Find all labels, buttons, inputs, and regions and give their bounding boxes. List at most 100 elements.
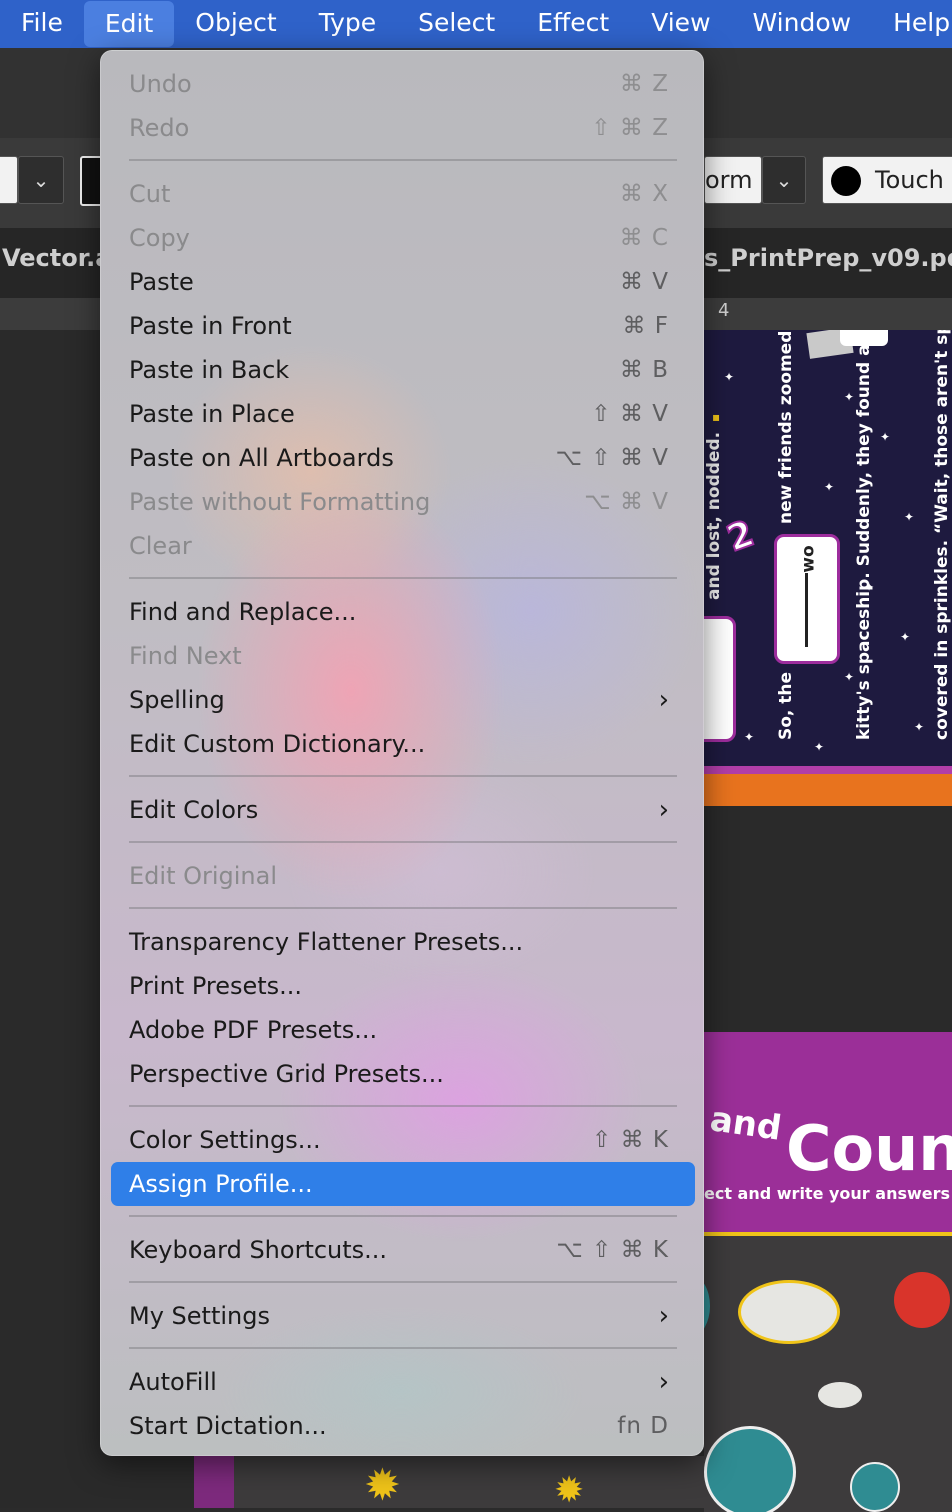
menu-separator (129, 1105, 677, 1107)
menu-item-shortcut: ⌘ X (619, 181, 669, 207)
menu-separator (129, 841, 677, 843)
menu-item-label: Perspective Grid Presets... (129, 1060, 444, 1088)
menu-select[interactable]: Select (397, 0, 516, 48)
style-dropdown[interactable]: ⌄ (762, 156, 806, 204)
ruler-number: 4 (718, 300, 730, 321)
ladybug-decoration (894, 1272, 950, 1328)
bubble-decoration (704, 1426, 796, 1512)
sun-decoration-small: ✹ (554, 1470, 585, 1511)
purple-stripe (704, 766, 952, 774)
menu-item-shortcut: ⇧ ⌘ K (592, 1127, 669, 1153)
menu-item-shortcut: ⌘ C (619, 225, 669, 251)
menu-item-my-settings[interactable]: My Settings › (111, 1294, 695, 1338)
menu-item-label: Edit Custom Dictionary... (129, 730, 426, 758)
menu-item-edit-custom-dictionary[interactable]: Edit Custom Dictionary... (111, 722, 695, 766)
story-text-col2: So, the (776, 671, 796, 740)
menu-item-start-dictation[interactable]: Start Dictation... fn D (111, 1404, 695, 1448)
answer-box: wo (774, 534, 840, 664)
small-cloud-decoration (818, 1382, 862, 1408)
menu-item-label: Edit Colors (129, 796, 259, 824)
heading-big-text: Coun (786, 1112, 952, 1185)
story-text-col4: kitty's spaceship. Suddenly, they found … (854, 344, 874, 740)
menu-item-print-presets[interactable]: Print Presets... (111, 964, 695, 1008)
chevron-right-icon: › (658, 685, 669, 715)
menu-object[interactable]: Object (174, 0, 297, 48)
menu-item-paste-in-back[interactable]: Paste in Back ⌘ B (111, 348, 695, 392)
menu-item-copy[interactable]: Copy ⌘ C (111, 216, 695, 260)
menu-item-paste-without-formatting[interactable]: Paste without Formatting ⌥ ⌘ V (111, 480, 695, 524)
instruction-text: ect and write your answers in the (704, 1184, 952, 1203)
menu-item-label: Start Dictation... (129, 1412, 327, 1440)
edit-menu-dropdown: Undo ⌘ Z Redo ⇧ ⌘ Z Cut ⌘ X Copy ⌘ C Paste ⌘ V Pas… (100, 50, 704, 1456)
menu-type[interactable]: Type (298, 0, 397, 48)
menu-help[interactable]: Help (872, 0, 952, 48)
menu-item-label: Edit Original (129, 862, 278, 890)
number-badge: 2 (721, 512, 761, 561)
menu-separator (129, 159, 677, 161)
cloud-decoration (738, 1280, 840, 1344)
chevron-down-icon: ⌄ (32, 168, 50, 192)
menu-item-label: Paste in Back (129, 356, 290, 384)
menu-item-color-settings[interactable]: Color Settings... ⇧ ⌘ K (111, 1118, 695, 1162)
chevron-right-icon: › (658, 795, 669, 825)
menu-item-label: Spelling (129, 686, 225, 714)
menu-item-clear[interactable]: Clear (111, 524, 695, 568)
menu-item-paste[interactable]: Paste ⌘ V (111, 260, 695, 304)
menu-separator (129, 1215, 677, 1217)
menu-item-spelling[interactable]: Spelling › (111, 678, 695, 722)
menu-edit[interactable]: Edit (83, 1, 175, 47)
speech-box-top (840, 330, 888, 346)
menu-file[interactable]: File (0, 0, 84, 48)
menu-item-keyboard-shortcuts[interactable]: Keyboard Shortcuts... ⌥ ⇧ ⌘ K (111, 1228, 695, 1272)
menu-item-undo[interactable]: Undo ⌘ Z (111, 62, 695, 106)
story-text-col3: new friends zoomed (776, 330, 796, 524)
menu-item-cut[interactable]: Cut ⌘ X (111, 172, 695, 216)
menu-item-find-and-replace[interactable]: Find and Replace... (111, 590, 695, 634)
touch-type-field[interactable]: Touch (822, 156, 952, 204)
menu-item-label: Clear (129, 532, 192, 560)
chevron-right-icon: › (658, 1301, 669, 1331)
menu-view[interactable]: View (630, 0, 731, 48)
fill-dropdown[interactable]: ⌄ (18, 156, 64, 204)
menu-bar: File Edit Object Type Select Effect View… (0, 0, 952, 48)
menu-item-label: Cut (129, 180, 171, 208)
menu-item-shortcut: fn D (617, 1413, 669, 1439)
menu-item-edit-original[interactable]: Edit Original (111, 854, 695, 898)
style-field[interactable]: orm (704, 156, 762, 204)
menu-item-label: Adobe PDF Presets... (129, 1016, 378, 1044)
menu-item-redo[interactable]: Redo ⇧ ⌘ Z (111, 106, 695, 150)
menu-item-label: AutoFill (129, 1368, 217, 1396)
menu-separator (129, 1347, 677, 1349)
tab-printprep-document[interactable]: s_PrintPrep_v09.pdf (704, 244, 952, 272)
heading-and-text: and (707, 1099, 784, 1149)
answer-line (805, 573, 808, 647)
tab-vector-document[interactable]: Vector.a (2, 244, 111, 272)
menu-item-autofill[interactable]: AutoFill › (111, 1360, 695, 1404)
menu-item-label: Redo (129, 114, 190, 142)
menu-item-shortcut: ⌘ F (622, 313, 669, 339)
artwork-space-page: and lost, nodded. So, the new friends zo… (704, 330, 952, 766)
menu-item-paste-in-place[interactable]: Paste in Place ⇧ ⌘ V (111, 392, 695, 436)
menu-item-transparency-flattener-presets[interactable]: Transparency Flattener Presets... (111, 920, 695, 964)
menu-item-label: Transparency Flattener Presets... (129, 928, 524, 956)
menu-item-adobe-pdf-presets[interactable]: Adobe PDF Presets... (111, 1008, 695, 1052)
menu-item-find-next[interactable]: Find Next (111, 634, 695, 678)
menu-item-label: Keyboard Shortcuts... (129, 1236, 388, 1264)
menu-effect[interactable]: Effect (516, 0, 630, 48)
menu-item-assign-profile[interactable]: Assign Profile... (111, 1162, 695, 1206)
menu-item-label: Undo (129, 70, 192, 98)
menu-item-paste-in-front[interactable]: Paste in Front ⌘ F (111, 304, 695, 348)
menu-separator (129, 775, 677, 777)
menu-item-edit-colors[interactable]: Edit Colors › (111, 788, 695, 832)
answer-box-left (704, 616, 736, 742)
menu-item-label: Assign Profile... (129, 1170, 313, 1198)
menu-window[interactable]: Window (732, 0, 873, 48)
menu-item-shortcut: ⌘ V (619, 269, 669, 295)
fill-swatch[interactable] (0, 156, 18, 204)
menu-item-paste-on-all-artboards[interactable]: Paste on All Artboards ⌥ ⇧ ⌘ V (111, 436, 695, 480)
answer-box-word: wo (798, 545, 819, 573)
menu-item-label: Paste in Front (129, 312, 292, 340)
menu-item-perspective-grid-presets[interactable]: Perspective Grid Presets... (111, 1052, 695, 1096)
menu-item-label: Paste without Formatting (129, 488, 431, 516)
menu-item-shortcut: ⌥ ⇧ ⌘ K (556, 1237, 669, 1263)
